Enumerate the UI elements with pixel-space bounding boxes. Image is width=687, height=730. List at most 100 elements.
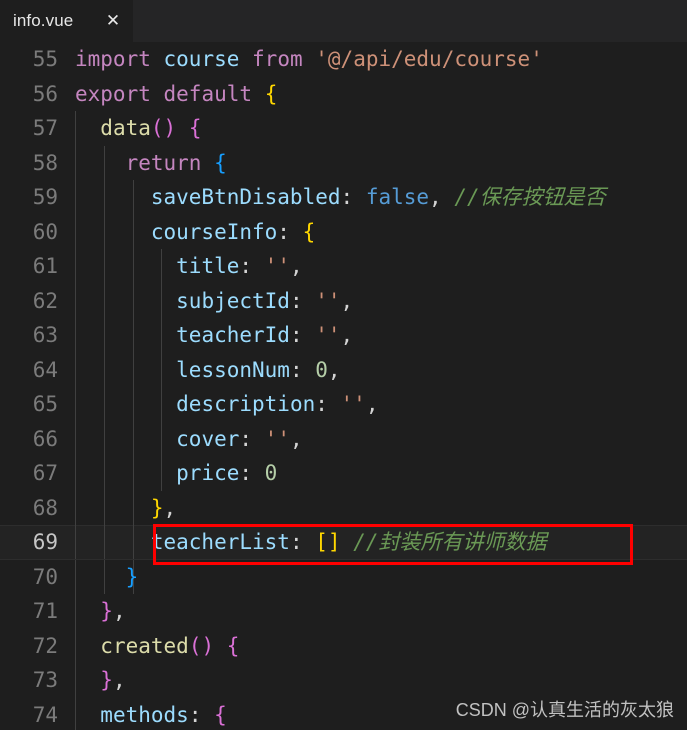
token-p <box>75 427 176 451</box>
token-p: : <box>315 392 341 416</box>
token-p <box>75 358 176 382</box>
line-number: 70 <box>32 564 58 589</box>
token-var: subjectId <box>176 288 290 313</box>
line-number: 55 <box>32 47 58 71</box>
code-line-58[interactable]: 58 return { <box>0 145 687 181</box>
code-line-71[interactable]: 71 }, <box>0 594 687 629</box>
token-var: saveBtnDisabled <box>150 185 341 209</box>
token-kw2: false <box>365 185 430 209</box>
token-str: '' <box>264 254 290 278</box>
token-kw: return <box>125 150 202 175</box>
token-str: '' <box>340 392 366 416</box>
token-p: : <box>239 254 265 278</box>
token-br3: { <box>214 150 227 175</box>
code-line-60[interactable]: 60 courseInfo: { <box>0 214 687 249</box>
token-var: description <box>176 392 316 416</box>
token-str: '' <box>264 426 290 451</box>
token-kw: from <box>252 47 303 71</box>
code-line-72[interactable]: 72 created() { <box>0 628 687 664</box>
token-p <box>75 634 100 658</box>
token-p <box>75 461 176 485</box>
token-br2: { <box>226 633 240 658</box>
token-p: , <box>429 185 455 209</box>
line-number: 65 <box>32 392 58 416</box>
token-kw: default <box>163 81 253 106</box>
code-line-63[interactable]: 63 teacherId: '', <box>0 318 687 353</box>
code-line-65[interactable]: 65 description: '', <box>0 387 687 422</box>
code-line-69[interactable]: 69 teacherList: [] //封装所有讲师数据 <box>0 525 687 560</box>
line-number: 67 <box>32 461 58 485</box>
code-editor[interactable]: 55 import course from '@/api/edu/course' 5… <box>0 42 687 730</box>
code-line-68[interactable]: 68 }, <box>0 490 687 526</box>
code-text: lessonNum: 0, <box>75 353 341 388</box>
token-p <box>75 565 126 589</box>
code-text: created() { <box>75 629 239 664</box>
code-line-64[interactable]: 64 lessonNum: 0, <box>0 352 687 388</box>
line-number: 59 <box>32 185 58 209</box>
token-var: cover <box>176 426 240 451</box>
token-num: 0 <box>315 357 328 382</box>
line-number: 73 <box>32 668 58 692</box>
token-p: : <box>289 357 316 382</box>
tab-info-vue[interactable]: info.vue ✕ <box>0 0 133 42</box>
token-var: teacherId <box>176 323 290 347</box>
token-br2: { <box>214 702 227 727</box>
code-text: return { <box>75 146 227 181</box>
token-br1: [] <box>315 530 341 554</box>
code-line-56[interactable]: 56 export default { <box>0 77 687 112</box>
code-line-66[interactable]: 66 cover: '', <box>0 421 687 457</box>
line-number: 56 <box>32 81 58 106</box>
token-p: , <box>340 323 354 347</box>
token-str: '@/api/edu/course' <box>315 47 543 71</box>
token-cmt: //封装所有讲师数据 <box>353 530 547 554</box>
token-br2: } <box>100 668 113 692</box>
token-var: teacherList <box>150 530 290 554</box>
line-number: 69 <box>32 530 58 554</box>
token-br2: () <box>150 116 177 140</box>
code-line-55[interactable]: 55 import course from '@/api/edu/course' <box>0 42 687 77</box>
token-p: , <box>365 392 379 416</box>
token-p <box>239 47 252 71</box>
token-p: , <box>112 668 126 692</box>
token-fn: data <box>100 116 151 140</box>
code-text: price: 0 <box>75 456 277 491</box>
token-kw: import <box>75 47 151 71</box>
token-p <box>75 323 176 347</box>
line-number: 63 <box>32 323 58 347</box>
token-br1: } <box>150 495 164 520</box>
code-text: saveBtnDisabled: false, //保存按钮是否 <box>75 180 606 215</box>
code-line-73[interactable]: 73 }, <box>0 663 687 698</box>
code-text: }, <box>75 491 176 526</box>
line-number: 60 <box>32 219 58 244</box>
code-text: data() { <box>75 111 201 146</box>
token-p: : <box>289 288 316 313</box>
token-p: , <box>327 357 341 382</box>
tab-bar-empty-area <box>133 0 687 42</box>
token-p <box>176 116 189 140</box>
code-line-62[interactable]: 62 subjectId: '', <box>0 283 687 318</box>
token-p <box>214 634 227 658</box>
token-br2: } <box>100 599 113 623</box>
code-line-61[interactable]: 61 title: '', <box>0 249 687 284</box>
token-num: 0 <box>264 461 278 485</box>
token-p <box>75 530 151 554</box>
code-line-67[interactable]: 67 price: 0 <box>0 456 687 491</box>
token-p <box>252 82 265 106</box>
token-p <box>151 47 164 71</box>
code-text: cover: '', <box>75 422 302 457</box>
code-text: methods: { <box>75 698 227 730</box>
token-var: price <box>176 461 240 485</box>
line-number: 58 <box>32 150 58 175</box>
token-p <box>75 599 100 623</box>
close-icon[interactable]: ✕ <box>103 11 123 31</box>
token-kw: export <box>75 81 151 106</box>
token-var: methods <box>100 702 189 727</box>
code-line-59[interactable]: 59 saveBtnDisabled: false, //保存按钮是否 <box>0 180 687 215</box>
line-number: 66 <box>32 426 58 451</box>
token-br2: () <box>188 633 215 658</box>
code-line-57[interactable]: 57 data() { <box>0 111 687 146</box>
code-line-70[interactable]: 70 } <box>0 559 687 594</box>
token-var: course <box>163 47 240 71</box>
token-var: courseInfo <box>150 219 278 244</box>
token-p <box>151 82 164 106</box>
